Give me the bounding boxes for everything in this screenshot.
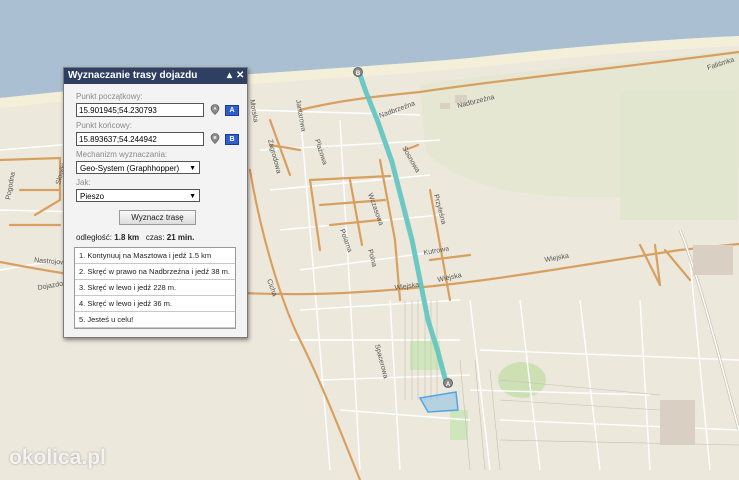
watermark-logo: okolica.pl bbox=[9, 446, 106, 469]
svg-text:A: A bbox=[446, 382, 451, 388]
panel-title: Wyznaczanie trasy dojazdu bbox=[68, 70, 198, 81]
route-steps-list[interactable]: 1. Kontynuuj na Masztowa i jedź 1.5 km 2… bbox=[74, 247, 236, 329]
route-summary: odległość: 1.8 km czas: 21 min. bbox=[76, 233, 247, 244]
route-end-marker: B bbox=[353, 67, 363, 77]
mode-label: Jak: bbox=[76, 178, 91, 187]
svg-text:B: B bbox=[356, 71, 361, 77]
route-step: 4. Skręć w lewo i jedź 36 m. bbox=[75, 296, 235, 312]
chevron-down-icon: ▼ bbox=[189, 193, 196, 200]
time-value: 21 min. bbox=[166, 233, 195, 242]
mode-select[interactable]: Pieszo ▼ bbox=[76, 189, 200, 202]
collapse-icon[interactable]: ▴ bbox=[227, 68, 232, 84]
route-step: 5. Jesteś u celu! bbox=[75, 312, 235, 328]
mechanism-value: Geo-System (Graphhopper) bbox=[80, 164, 180, 173]
set-start-button[interactable]: A bbox=[225, 105, 239, 116]
distance-value: 1.8 km bbox=[114, 233, 140, 242]
mechanism-label: Mechanizm wyznaczania: bbox=[76, 150, 168, 159]
end-point-label: Punkt końcowy: bbox=[76, 121, 133, 130]
mode-value: Pieszo bbox=[80, 192, 105, 201]
route-step: 3. Skręć w lewo i jedź 228 m. bbox=[75, 280, 235, 296]
find-route-button[interactable]: Wyznacz trasę bbox=[119, 210, 196, 225]
map-pin-icon[interactable]: B bbox=[210, 133, 220, 144]
set-end-button[interactable]: B bbox=[225, 134, 239, 145]
route-step: 2. Skręć w prawo na Nadbrzeźna i jedź 38… bbox=[75, 264, 235, 280]
route-start-marker: A bbox=[443, 378, 453, 388]
route-panel: Wyznaczanie trasy dojazdu ▴ ✕ Punkt pocz… bbox=[63, 67, 248, 338]
end-point-input[interactable] bbox=[76, 132, 204, 146]
map-pin-icon[interactable]: A bbox=[210, 104, 220, 115]
distance-label: odległość: bbox=[76, 233, 113, 242]
start-point-label: Punkt początkowy: bbox=[76, 92, 143, 101]
panel-header: Wyznaczanie trasy dojazdu ▴ ✕ bbox=[64, 68, 247, 84]
start-point-input[interactable] bbox=[76, 103, 204, 117]
chevron-down-icon: ▼ bbox=[189, 165, 196, 172]
mechanism-select[interactable]: Geo-System (Graphhopper) ▼ bbox=[76, 161, 200, 174]
close-icon[interactable]: ✕ bbox=[236, 68, 244, 84]
time-label: czas: bbox=[145, 233, 165, 242]
route-step: 1. Kontynuuj na Masztowa i jedź 1.5 km bbox=[75, 248, 235, 264]
